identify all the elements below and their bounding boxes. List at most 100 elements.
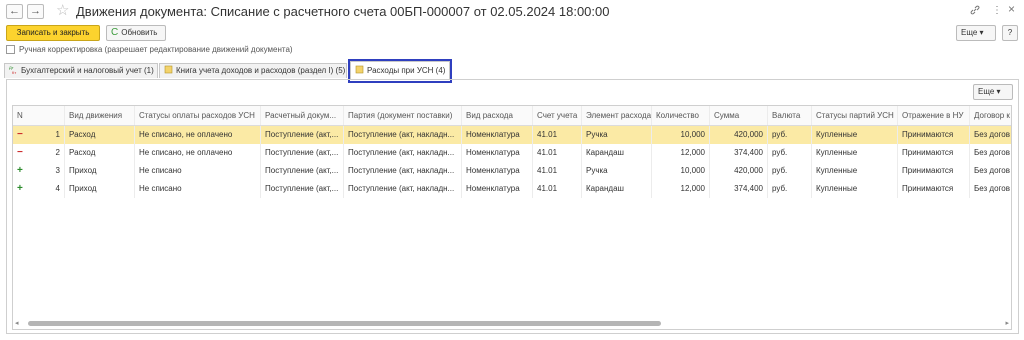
cell-batch-status: Купленные <box>812 180 898 198</box>
cell-currency: руб. <box>768 180 812 198</box>
more-button[interactable]: Еще ▾ <box>956 25 996 41</box>
cell-element: Карандаш <box>582 180 652 198</box>
cell-expense-kind: Номенклатура <box>462 144 533 162</box>
column-header[interactable]: Расчетный докум... <box>261 106 344 125</box>
menu-icon[interactable]: ⋮ <box>992 5 1002 17</box>
scroll-right-icon[interactable]: ▸ <box>1005 319 1009 328</box>
column-header[interactable]: Вид движения <box>65 106 135 125</box>
cell-batch: Поступление (акт, накладн... <box>344 144 462 162</box>
scrollbar-thumb[interactable] <box>28 321 661 326</box>
cell-account: 41.01 <box>533 180 582 198</box>
cell-sum: 420,000 <box>710 162 768 180</box>
column-header[interactable]: Отражение в НУ <box>898 106 970 125</box>
plus-icon: + <box>17 165 23 176</box>
column-header[interactable]: Валюта <box>768 106 812 125</box>
cell-element: Ручка <box>582 126 652 144</box>
help-button[interactable]: ? <box>1002 25 1018 41</box>
refresh-label: Обновить <box>121 28 158 37</box>
cell-currency: руб. <box>768 126 812 144</box>
cell-batch: Поступление (акт, накладн... <box>344 180 462 198</box>
cell-qty: 10,000 <box>652 162 710 180</box>
accounting-icon: ДтКт <box>9 65 16 74</box>
cell-sum: 374,400 <box>710 180 768 198</box>
column-header[interactable]: Элемент расхода <box>582 106 652 125</box>
grid-more-label: Еще <box>978 87 995 96</box>
row-number: 4 <box>33 180 65 198</box>
forward-button[interactable]: → <box>27 4 44 19</box>
cell-settle-doc: Поступление (акт,... <box>261 180 344 198</box>
cell-movement: Расход <box>65 126 135 144</box>
tab-label: Книга учета доходов и расходов (раздел I… <box>176 66 346 75</box>
refresh-icon: C <box>111 27 119 38</box>
tab-income-expense-book[interactable]: Книга учета доходов и расходов (раздел I… <box>159 63 347 78</box>
table-row[interactable]: + 4 Приход Не списано Поступление (акт,.… <box>13 180 1011 198</box>
cell-sum: 420,000 <box>710 126 768 144</box>
cell-contract: Без догов <box>974 166 1010 175</box>
cell-expense-kind: Номенклатура <box>462 180 533 198</box>
refresh-button[interactable]: C Обновить <box>106 25 166 41</box>
tab-content: Еще ▾ N Вид движения Статусы оплаты расх… <box>6 79 1019 334</box>
back-button[interactable]: ← <box>6 4 23 19</box>
favorite-star-icon[interactable]: ☆ <box>56 3 69 19</box>
cell-settle-doc: Поступление (акт,... <box>261 162 344 180</box>
column-header[interactable]: Статусы партий УСН <box>812 106 898 125</box>
column-header[interactable]: N <box>13 106 65 125</box>
cell-qty: 12,000 <box>652 144 710 162</box>
cell-batch: Поступление (акт, накладн... <box>344 162 462 180</box>
tab-accounting[interactable]: Дт Кт Бухгалтерский и налоговый учет (1) <box>4 63 158 78</box>
cell-pay-status: Не списано <box>135 162 261 180</box>
cell-movement: Приход <box>65 162 135 180</box>
tab-bar: Дт Кт Бухгалтерский и налоговый учет (1) К… <box>0 61 1024 79</box>
cell-contract: Без догов <box>974 184 1010 193</box>
row-number: 3 <box>33 162 65 180</box>
close-icon[interactable]: × <box>1008 3 1015 15</box>
table-row[interactable]: − 1 Расход Не списано, не оплачено Посту… <box>13 126 1011 144</box>
cell-movement: Приход <box>65 180 135 198</box>
cell-element: Карандаш <box>582 144 652 162</box>
row-number: 1 <box>33 126 65 144</box>
cell-currency: руб. <box>768 162 812 180</box>
cell-pay-status: Не списано <box>135 180 261 198</box>
title-bar: ← → ☆ Движения документа: Списание с рас… <box>0 0 1024 24</box>
column-header[interactable]: Вид расхода <box>462 106 533 125</box>
book-icon <box>164 65 173 74</box>
cell-contract: Без догов <box>974 148 1010 157</box>
chevron-down-icon: ▾ <box>996 87 1001 96</box>
column-header[interactable]: Договор к <box>970 106 1011 125</box>
cell-tax: Принимаются <box>898 180 970 198</box>
column-header[interactable]: Партия (документ поставки) <box>344 106 462 125</box>
cell-batch-status: Купленные <box>812 162 898 180</box>
table-row[interactable]: − 2 Расход Не списано, не оплачено Посту… <box>13 144 1011 162</box>
cell-account: 41.01 <box>533 144 582 162</box>
manual-edit-label: Ручная корректировка (разрешает редактир… <box>19 45 293 54</box>
minus-icon: − <box>17 129 23 140</box>
minus-icon: − <box>17 147 23 158</box>
cell-qty: 12,000 <box>652 180 710 198</box>
cell-contract: Без догов <box>974 130 1010 139</box>
cell-batch-status: Купленные <box>812 144 898 162</box>
scroll-left-icon[interactable]: ◂ <box>15 319 19 328</box>
horizontal-scrollbar[interactable]: ◂ ▸ <box>12 319 1012 328</box>
cell-settle-doc: Поступление (акт,... <box>261 126 344 144</box>
column-header[interactable]: Счет учета <box>533 106 582 125</box>
cell-currency: руб. <box>768 144 812 162</box>
chevron-down-icon: ▾ <box>979 28 984 37</box>
column-header[interactable]: Сумма <box>710 106 768 125</box>
cell-account: 41.01 <box>533 126 582 144</box>
toolbar: Записать и закрыть C Обновить Еще ▾ ? <box>0 24 1024 44</box>
cell-settle-doc: Поступление (акт,... <box>261 144 344 162</box>
cell-batch: Поступление (акт, накладн... <box>344 126 462 144</box>
cell-tax: Принимаются <box>898 144 970 162</box>
svg-text:Кт: Кт <box>12 70 16 74</box>
manual-edit-option[interactable]: Ручная корректировка (разрешает редактир… <box>6 45 293 57</box>
link-icon[interactable] <box>970 5 980 19</box>
window-title: Движения документа: Списание с расчетног… <box>76 4 610 19</box>
manual-edit-checkbox[interactable] <box>6 45 15 54</box>
column-header[interactable]: Количество <box>652 106 710 125</box>
table-row[interactable]: + 3 Приход Не списано Поступление (акт,.… <box>13 162 1011 180</box>
cell-expense-kind: Номенклатура <box>462 162 533 180</box>
column-header[interactable]: Статусы оплаты расходов УСН <box>135 106 261 125</box>
grid-more-button[interactable]: Еще ▾ <box>973 84 1013 100</box>
cell-expense-kind: Номенклатура <box>462 126 533 144</box>
save-close-button[interactable]: Записать и закрыть <box>6 25 100 41</box>
